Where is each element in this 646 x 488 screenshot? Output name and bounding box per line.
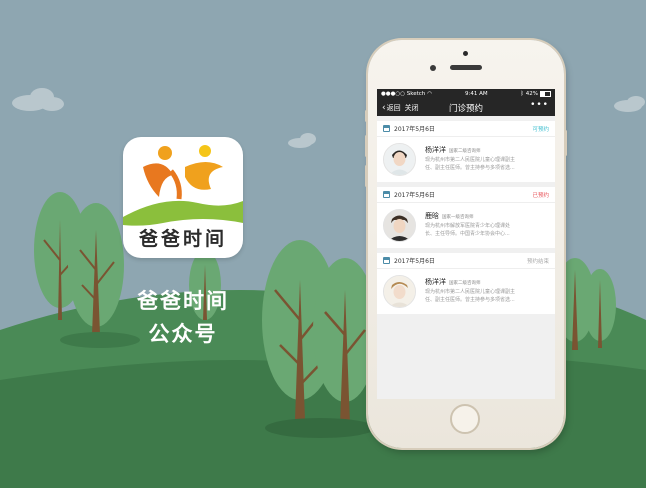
cloud-icon	[288, 133, 316, 148]
doctor-title: 国家二级咨询师	[449, 281, 481, 286]
sensor-dot	[463, 51, 468, 56]
calendar-icon	[383, 257, 390, 264]
doctor-description-line: 现为杭州市第二人民医院儿童心理课副主	[425, 289, 516, 295]
nav-title: 门诊预约	[448, 104, 483, 114]
mute-switch	[365, 110, 368, 122]
status-bar: ●●●○○ Sketch ◠ 9:41 AM ᛒ 42%	[377, 89, 555, 98]
calendar-icon	[383, 125, 390, 132]
nav-bar: ‹ 返回 关闭 门诊预约 •••	[377, 98, 555, 116]
home-button[interactable]	[450, 404, 480, 434]
app-subtitle: 公众号	[148, 322, 218, 346]
doctor-description-line: 现为杭州市第二人民医院儿童心理课副主	[425, 157, 516, 163]
phone-screen: ●●●○○ Sketch ◠ 9:41 AM ᛒ 42% ‹ 返回 关闭 门诊预…	[377, 89, 555, 399]
bluetooth-icon: ᛒ	[520, 90, 524, 97]
doctor-description-line: 任、副主任医师。曾主持参与多项省选...	[425, 296, 515, 303]
appointment-card[interactable]: 2017年5月6日 预约结束 杨洋洋 国家二级咨询师 现为杭州市第二人民医院儿童心…	[377, 253, 555, 314]
cloud-icon	[614, 96, 645, 112]
doctor-title: 国家二级咨询师	[449, 149, 481, 154]
doctor-portrait	[384, 210, 415, 241]
wifi-icon: ◠	[427, 90, 433, 97]
appointment-date: 2017年5月6日	[394, 192, 435, 199]
phone-mockup: ●●●○○ Sketch ◠ 9:41 AM ᛒ 42% ‹ 返回 关闭 门诊预…	[365, 40, 567, 448]
doctor-name: 鹿晗	[425, 212, 439, 220]
card-body: 杨洋洋 国家二级咨询师 现为杭州市第二人民医院儿童心理课副主 任、副主任医师。曾主…	[377, 269, 555, 314]
power-button	[564, 130, 567, 156]
doctor-name: 杨洋洋	[425, 278, 446, 286]
status-badge: 已预约	[532, 192, 549, 199]
doctor-title: 国家一级咨询师	[442, 215, 474, 220]
battery-icon	[540, 90, 551, 97]
appointment-card[interactable]: 2017年5月6日 可预约 杨洋洋 国家二级咨询师 现为杭州市第二人民医院儿童心理…	[377, 121, 555, 182]
app-icon[interactable]: 爸爸时间	[123, 137, 243, 258]
card-header: 2017年5月6日 预约结束	[377, 253, 555, 269]
appointment-date: 2017年5月6日	[394, 258, 435, 265]
carrier-label: ●●●○○ Sketch	[381, 90, 426, 97]
card-body: 杨洋洋 国家二级咨询师 现为杭州市第二人民医院儿童心理课副主 任、副主任医师。曾主…	[377, 137, 555, 182]
status-badge: 可预约	[532, 126, 549, 133]
more-menu-icon[interactable]: •••	[530, 100, 549, 110]
calendar-icon	[383, 191, 390, 198]
clock: 9:41 AM	[464, 90, 488, 97]
doctor-portrait	[384, 144, 415, 175]
card-header: 2017年5月6日 可预约	[377, 121, 555, 137]
volume-down-button	[365, 165, 368, 187]
app-icon-label: 爸爸时间	[138, 228, 227, 250]
appointment-date: 2017年5月6日	[394, 126, 435, 133]
doctor-description-line: 任、副主任医师。曾主持参与多项省选...	[425, 164, 515, 171]
earpiece-speaker	[450, 65, 482, 70]
doctor-description-line: 现为杭州市解放军医院青少年心理课处	[425, 223, 511, 229]
doctor-description-line: 长、主任导师。中国青少年协会中心...	[425, 230, 510, 237]
avatar	[383, 209, 416, 242]
front-camera	[430, 65, 436, 71]
battery-percent: 42%	[525, 90, 538, 97]
appointment-card[interactable]: 2017年5月6日 已预约 鹿晗 国家一级咨询师 现为杭州市解放军医院青少年心理…	[377, 187, 555, 248]
cloud-icon	[12, 88, 64, 111]
app-title: 爸爸时间	[137, 289, 229, 313]
avatar	[383, 275, 416, 308]
status-badge: 预约结束	[526, 258, 549, 265]
volume-up-button	[365, 135, 368, 157]
avatar	[383, 143, 416, 176]
doctor-portrait	[384, 276, 415, 307]
card-header: 2017年5月6日 已预约	[377, 187, 555, 203]
card-body: 鹿晗 国家一级咨询师 现为杭州市解放军医院青少年心理课处 长、主任导师。中国青少年…	[377, 203, 555, 248]
doctor-name: 杨洋洋	[425, 146, 446, 154]
